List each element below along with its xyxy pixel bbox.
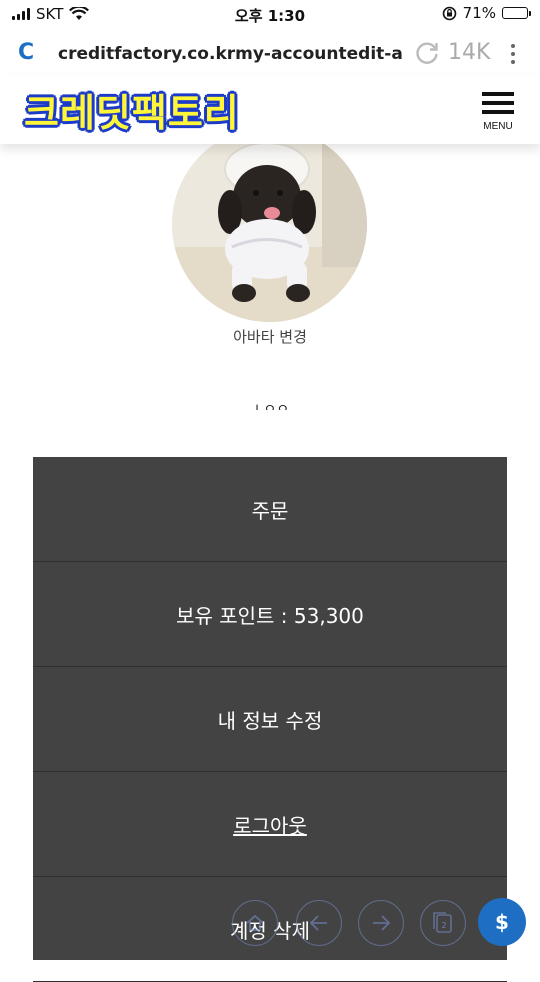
menu-item-label: 내 정보 수정	[217, 708, 323, 733]
browser-url-bar: C creditfactory.co.krmy-accountedit-a 14…	[0, 30, 540, 76]
logout-link[interactable]: 로그아웃	[233, 810, 307, 839]
tabs-icon: 2	[433, 912, 452, 933]
home-button[interactable]	[232, 900, 278, 946]
status-right: 71%	[442, 4, 531, 22]
avatar[interactable]	[172, 127, 367, 322]
tab-count-button[interactable]: 14K	[448, 40, 490, 65]
partial-hidden-text: ㅗㅇㅇ	[250, 402, 290, 410]
battery-percent: 71%	[462, 4, 496, 22]
url-field[interactable]: creditfactory.co.krmy-accountedit-a	[58, 44, 403, 64]
status-bar: SKT 오후 1:30 71%	[0, 0, 540, 28]
menu-item-points: 보유 포인트 : 53,300	[33, 562, 507, 667]
pay-icon: $	[495, 910, 509, 934]
menu-item-logout[interactable]: 로그아웃	[33, 772, 507, 877]
menu-item-label: 주문	[251, 498, 289, 523]
battery-icon	[502, 7, 531, 19]
avatar-image	[172, 127, 367, 322]
avatar-change-link[interactable]: 아바타 변경	[0, 326, 540, 347]
home-icon	[246, 914, 264, 931]
account-menu-panel: 주문 보유 포인트 : 53,300 내 정보 수정 로그아웃 계정 삭제	[33, 457, 507, 982]
tabs-count: 2	[441, 921, 446, 930]
tabs-button[interactable]: 2	[420, 900, 466, 946]
site-header: 크레딧팩토리 MENU	[0, 76, 540, 144]
site-favicon: C	[18, 40, 35, 65]
reload-icon[interactable]	[414, 40, 440, 66]
more-vertical-icon[interactable]	[510, 44, 516, 64]
forward-button[interactable]	[358, 900, 404, 946]
back-button[interactable]	[296, 900, 342, 946]
pay-button[interactable]: $	[478, 898, 526, 946]
arrow-left-icon	[309, 915, 327, 931]
site-logo[interactable]: 크레딧팩토리	[24, 82, 240, 137]
arrow-right-icon	[373, 915, 391, 931]
orientation-lock-icon	[442, 6, 456, 20]
menu-button[interactable]: MENU	[480, 92, 516, 138]
menu-label: MENU	[483, 121, 513, 132]
menu-item-edit-profile[interactable]: 내 정보 수정	[33, 667, 507, 772]
points-label: 보유 포인트 : 53,300	[176, 603, 364, 628]
menu-item-orders[interactable]: 주문	[33, 457, 507, 562]
